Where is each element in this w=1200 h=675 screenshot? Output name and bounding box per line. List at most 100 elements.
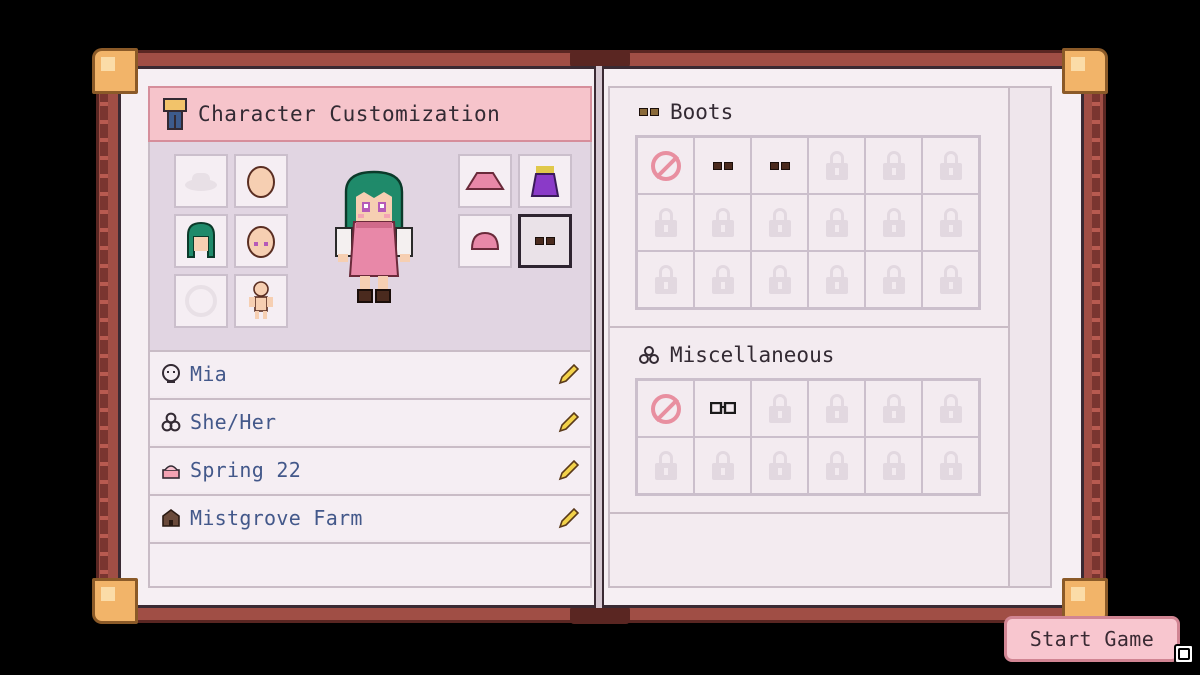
- locked-item-slot: [808, 380, 865, 437]
- lock-icon: [653, 450, 679, 481]
- pencil-edit-icon[interactable]: [558, 507, 580, 529]
- pronouns-icon: [160, 411, 182, 433]
- none-icon: [650, 150, 681, 181]
- page-title: Character Customization: [198, 102, 501, 126]
- shirt-icon: [162, 97, 188, 131]
- locked-item-slot: [808, 251, 865, 308]
- farm-value: Mistgrove Farm: [190, 506, 363, 530]
- locked-item-slot: [865, 137, 922, 194]
- boots-section-title: Boots: [670, 100, 734, 124]
- item-slot[interactable]: [694, 137, 751, 194]
- birthday-row[interactable]: Spring 22: [150, 446, 590, 492]
- name-value: Mia: [190, 362, 228, 386]
- locked-item-slot: [751, 194, 808, 251]
- lock-icon: [710, 450, 736, 481]
- slot-accessory[interactable]: [174, 274, 228, 328]
- locked-item-slot: [922, 437, 979, 494]
- boots-grid: [635, 135, 981, 310]
- misc-icon: [636, 345, 662, 365]
- cover-binding-right: [1092, 70, 1100, 600]
- pronouns-row[interactable]: She/Her: [150, 398, 590, 444]
- lock-icon: [824, 393, 850, 424]
- confirm-key-icon: [1174, 644, 1194, 664]
- barn-icon: [160, 507, 182, 529]
- lock-icon: [767, 207, 793, 238]
- empty-row: [150, 542, 590, 586]
- lock-icon: [653, 207, 679, 238]
- face-icon: [160, 363, 182, 385]
- locked-item-slot: [751, 251, 808, 308]
- item-slot[interactable]: [694, 380, 751, 437]
- slot-boots-selected[interactable]: [518, 214, 572, 268]
- lock-icon: [824, 264, 850, 295]
- locked-item-slot: [808, 137, 865, 194]
- locked-item-slot: [922, 194, 979, 251]
- lock-icon: [938, 150, 964, 181]
- lock-icon: [881, 450, 907, 481]
- slot-skirt[interactable]: [518, 154, 572, 208]
- shirt-top-icon: [465, 172, 505, 190]
- egg-face-icon: [247, 166, 275, 198]
- lock-icon: [938, 264, 964, 295]
- scarf-icon: [185, 285, 217, 317]
- item-slot[interactable]: [751, 137, 808, 194]
- locked-item-slot: [808, 194, 865, 251]
- locked-item-slot: [694, 437, 751, 494]
- corner-ornament-icon: [92, 48, 138, 94]
- scroll-track[interactable]: [1008, 88, 1050, 586]
- skirt-icon: [530, 166, 560, 197]
- pencil-edit-icon[interactable]: [558, 411, 580, 433]
- locked-item-slot: [865, 380, 922, 437]
- birthday-value: Spring 22: [190, 458, 302, 482]
- lock-icon: [767, 450, 793, 481]
- lock-icon: [710, 207, 736, 238]
- slot-hat[interactable]: [174, 154, 228, 208]
- locked-item-slot: [922, 137, 979, 194]
- locked-item-slot: [808, 437, 865, 494]
- locked-item-slot: [922, 380, 979, 437]
- locked-item-slot: [637, 251, 694, 308]
- lock-icon: [710, 264, 736, 295]
- lock-icon: [881, 393, 907, 424]
- spine-bottom: [570, 606, 630, 624]
- misc-grid: [635, 378, 981, 496]
- farm-row[interactable]: Mistgrove Farm: [150, 494, 590, 540]
- slot-top[interactable]: [458, 154, 512, 208]
- slot-shoes-top[interactable]: [458, 214, 512, 268]
- slot-hair[interactable]: [174, 214, 228, 268]
- boots-icon: [712, 161, 733, 170]
- cap-icon: [470, 231, 500, 250]
- locked-item-slot: [865, 194, 922, 251]
- corner-ornament-icon: [92, 578, 138, 624]
- start-game-button[interactable]: Start Game: [1004, 616, 1180, 662]
- name-row[interactable]: Mia: [150, 350, 590, 396]
- lock-icon: [767, 264, 793, 295]
- pronouns-value: She/Her: [190, 410, 277, 434]
- hair-icon: [187, 221, 215, 258]
- item-slot[interactable]: [637, 380, 694, 437]
- panel-header: Character Customization: [148, 86, 592, 142]
- boots-icon: [636, 102, 662, 122]
- body-icon: [249, 281, 273, 319]
- corner-ornament-icon: [1062, 48, 1108, 94]
- lock-icon: [938, 207, 964, 238]
- lock-icon: [881, 207, 907, 238]
- pencil-edit-icon[interactable]: [558, 459, 580, 481]
- eyes-face-icon: [247, 226, 275, 258]
- locked-item-slot: [751, 437, 808, 494]
- none-icon: [650, 393, 681, 424]
- item-slot[interactable]: [637, 137, 694, 194]
- lock-icon: [767, 393, 793, 424]
- slot-eyes[interactable]: [234, 214, 288, 268]
- locked-item-slot: [922, 251, 979, 308]
- section-divider: [610, 512, 1008, 514]
- hat-icon: [185, 173, 217, 191]
- cake-icon: [160, 459, 182, 481]
- lock-icon: [653, 264, 679, 295]
- misc-section-title: Miscellaneous: [670, 343, 835, 367]
- locked-item-slot: [637, 194, 694, 251]
- slot-face[interactable]: [234, 154, 288, 208]
- slot-body[interactable]: [234, 274, 288, 328]
- pencil-edit-icon[interactable]: [558, 363, 580, 385]
- lock-icon: [824, 207, 850, 238]
